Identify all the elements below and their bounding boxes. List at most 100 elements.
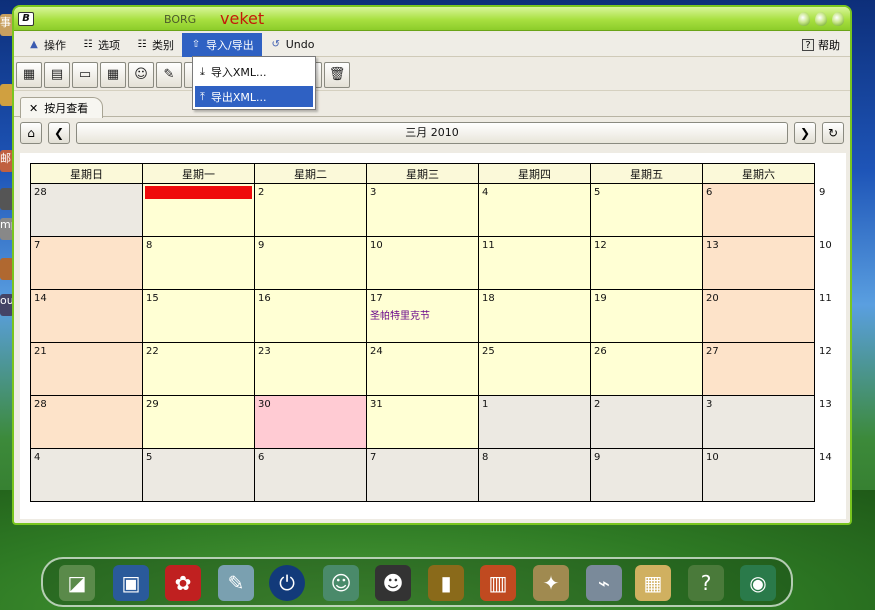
calendar-day-cell[interactable]: 8	[142, 236, 255, 290]
week-number: 14	[814, 448, 839, 502]
next-month-button[interactable]: ❯	[794, 122, 816, 144]
penguin-icon[interactable]: ☻	[375, 565, 411, 601]
calendar-day-cell[interactable]: 6	[254, 448, 367, 502]
menu-item-label: 导入XML...	[210, 65, 267, 79]
prev-month-button[interactable]: ❮	[48, 122, 70, 144]
calendar-day-cell[interactable]: 5	[142, 448, 255, 502]
week-number-header	[814, 163, 839, 184]
day-header: 星期五	[590, 163, 703, 184]
today-marker: 1	[145, 186, 252, 199]
menu-import-export[interactable]: ⇧ 导入/导出	[182, 32, 262, 57]
options-icon: ☷	[83, 38, 93, 50]
grid-view-icon[interactable]: ▦	[100, 61, 126, 88]
day-number: 6	[706, 187, 713, 198]
calendar-day-cell[interactable]: 10	[366, 236, 479, 290]
chart-icon[interactable]: ▥	[480, 565, 516, 601]
calendar-day-cell[interactable]: 31	[366, 395, 479, 449]
day-header: 星期日	[30, 163, 143, 184]
month-view-icon[interactable]: ▦	[16, 61, 42, 88]
calendar-day-cell[interactable]: 7	[366, 448, 479, 502]
calendar-day-cell[interactable]: 21	[30, 342, 143, 396]
power-icon[interactable]: ⏻	[269, 565, 305, 601]
refresh-button[interactable]: ↻	[822, 122, 844, 144]
calendar-day-cell[interactable]: 4	[30, 448, 143, 502]
close-icon[interactable]: ✕	[29, 102, 38, 115]
paint-icon[interactable]: ✦	[533, 565, 569, 601]
calendar-day-cell[interactable]: 9	[254, 236, 367, 290]
calendar-day-cell[interactable]: 9	[590, 448, 703, 502]
menu-options[interactable]: ☷ 选项	[74, 33, 128, 57]
close-button[interactable]	[832, 12, 844, 26]
holiday-label[interactable]: 圣帕特里克节	[370, 307, 475, 322]
calendar-day-cell[interactable]: 12	[590, 236, 703, 290]
day-view-icon[interactable]: ▭	[72, 61, 98, 88]
maximize-button[interactable]	[815, 12, 827, 26]
menu-item-export-xml[interactable]: ⤒ 导出XML...	[195, 86, 313, 107]
menu-undo[interactable]: ↺ Undo	[262, 33, 323, 57]
drop-icon: ▲	[30, 38, 38, 50]
calendar-day-cell[interactable]: 22	[142, 342, 255, 396]
home-button[interactable]: ⌂	[20, 122, 42, 144]
calendar-day-cell[interactable]: 3	[366, 183, 479, 237]
usb-icon[interactable]: ⌁	[586, 565, 622, 601]
calendar-day-cell[interactable]: 11	[478, 236, 591, 290]
computer-icon[interactable]: ▣	[113, 565, 149, 601]
calendar-day-cell-holiday[interactable]: 17 圣帕特里克节	[366, 289, 479, 343]
title-bar[interactable]: B BORG veket	[14, 7, 850, 31]
day-number: 25	[482, 346, 495, 357]
day-number: 7	[34, 240, 41, 251]
door-icon[interactable]: ▮	[428, 565, 464, 601]
calendar-day-cell[interactable]: 20	[702, 289, 815, 343]
month-calendar: 星期日 星期一 星期二 星期三 星期四 星期五 星期六 28 1 2 3 4 5…	[30, 163, 839, 502]
menu-item-import-xml[interactable]: ⤓ 导入XML...	[195, 61, 313, 82]
calendar-day-cell[interactable]: 7	[30, 236, 143, 290]
camera-icon[interactable]: ◉	[740, 565, 776, 601]
calendar-day-cell[interactable]: 24	[366, 342, 479, 396]
calendar-week-row: 28 29 30 31 1 2 3 13	[30, 395, 839, 449]
calendar-day-cell[interactable]: 25	[478, 342, 591, 396]
pet-icon[interactable]: ✿	[165, 565, 201, 601]
import-export-dropdown: ⤓ 导入XML... ⤒ 导出XML...	[192, 56, 316, 110]
calendar-day-cell[interactable]: 2	[254, 183, 367, 237]
calendar-day-cell[interactable]: 27	[702, 342, 815, 396]
help-icon[interactable]: ?	[688, 565, 724, 601]
calendar-week-row: 21 22 23 24 25 26 27 12	[30, 342, 839, 396]
calendar-day-cell-highlighted[interactable]: 30	[254, 395, 367, 449]
calendar-day-cell[interactable]: 6	[702, 183, 815, 237]
week-view-icon[interactable]: ▤	[44, 61, 70, 88]
desktop-manager-icon[interactable]: ◪	[59, 565, 95, 601]
calendar-day-cell[interactable]: 5	[590, 183, 703, 237]
app-icon[interactable]: B	[18, 12, 34, 26]
menu-operate[interactable]: ▲ 操作	[20, 33, 74, 57]
calendar-day-cell[interactable]: 15	[142, 289, 255, 343]
menu-help[interactable]: ? 帮助	[802, 33, 840, 57]
calendar-day-cell[interactable]: 28	[30, 183, 143, 237]
tab-month-view[interactable]: ✕ 按月查看	[20, 97, 104, 118]
menu-category[interactable]: ☷ 类别	[128, 33, 182, 57]
photo-icon[interactable]: ▦	[635, 565, 671, 601]
calendar-day-cell[interactable]: 29	[142, 395, 255, 449]
minimize-button[interactable]	[798, 12, 810, 26]
calendar-day-cell[interactable]: 4	[478, 183, 591, 237]
calendar-day-cell[interactable]: 2	[590, 395, 703, 449]
menu-bar: ▲ 操作 ☷ 选项 ☷ 类别 ⇧ 导入/导出 ↺ Undo ? 帮助	[14, 32, 850, 57]
trash-icon[interactable]: 🗑	[324, 61, 350, 88]
calendar-day-cell[interactable]: 10	[702, 448, 815, 502]
calendar-day-cell[interactable]: 16	[254, 289, 367, 343]
calendar-day-cell[interactable]: 23	[254, 342, 367, 396]
calendar-day-cell[interactable]: 1	[478, 395, 591, 449]
contacts-icon[interactable]: ☺	[128, 61, 154, 88]
edit-icon[interactable]: ✎	[156, 61, 182, 88]
calendar-day-cell[interactable]: 19	[590, 289, 703, 343]
calendar-day-cell[interactable]: 26	[590, 342, 703, 396]
calendar-day-cell-today[interactable]: 1	[142, 183, 255, 237]
calendar-day-cell[interactable]: 8	[478, 448, 591, 502]
calendar-day-cell[interactable]: 13	[702, 236, 815, 290]
calendar-day-cell[interactable]: 28	[30, 395, 143, 449]
notepad-icon[interactable]: ✎	[218, 565, 254, 601]
calendar-day-cell[interactable]: 3	[702, 395, 815, 449]
calendar-week-row: 7 8 9 10 11 12 13 10	[30, 236, 839, 290]
messenger-icon[interactable]: ☺	[323, 565, 359, 601]
calendar-day-cell[interactable]: 14	[30, 289, 143, 343]
calendar-day-cell[interactable]: 18	[478, 289, 591, 343]
